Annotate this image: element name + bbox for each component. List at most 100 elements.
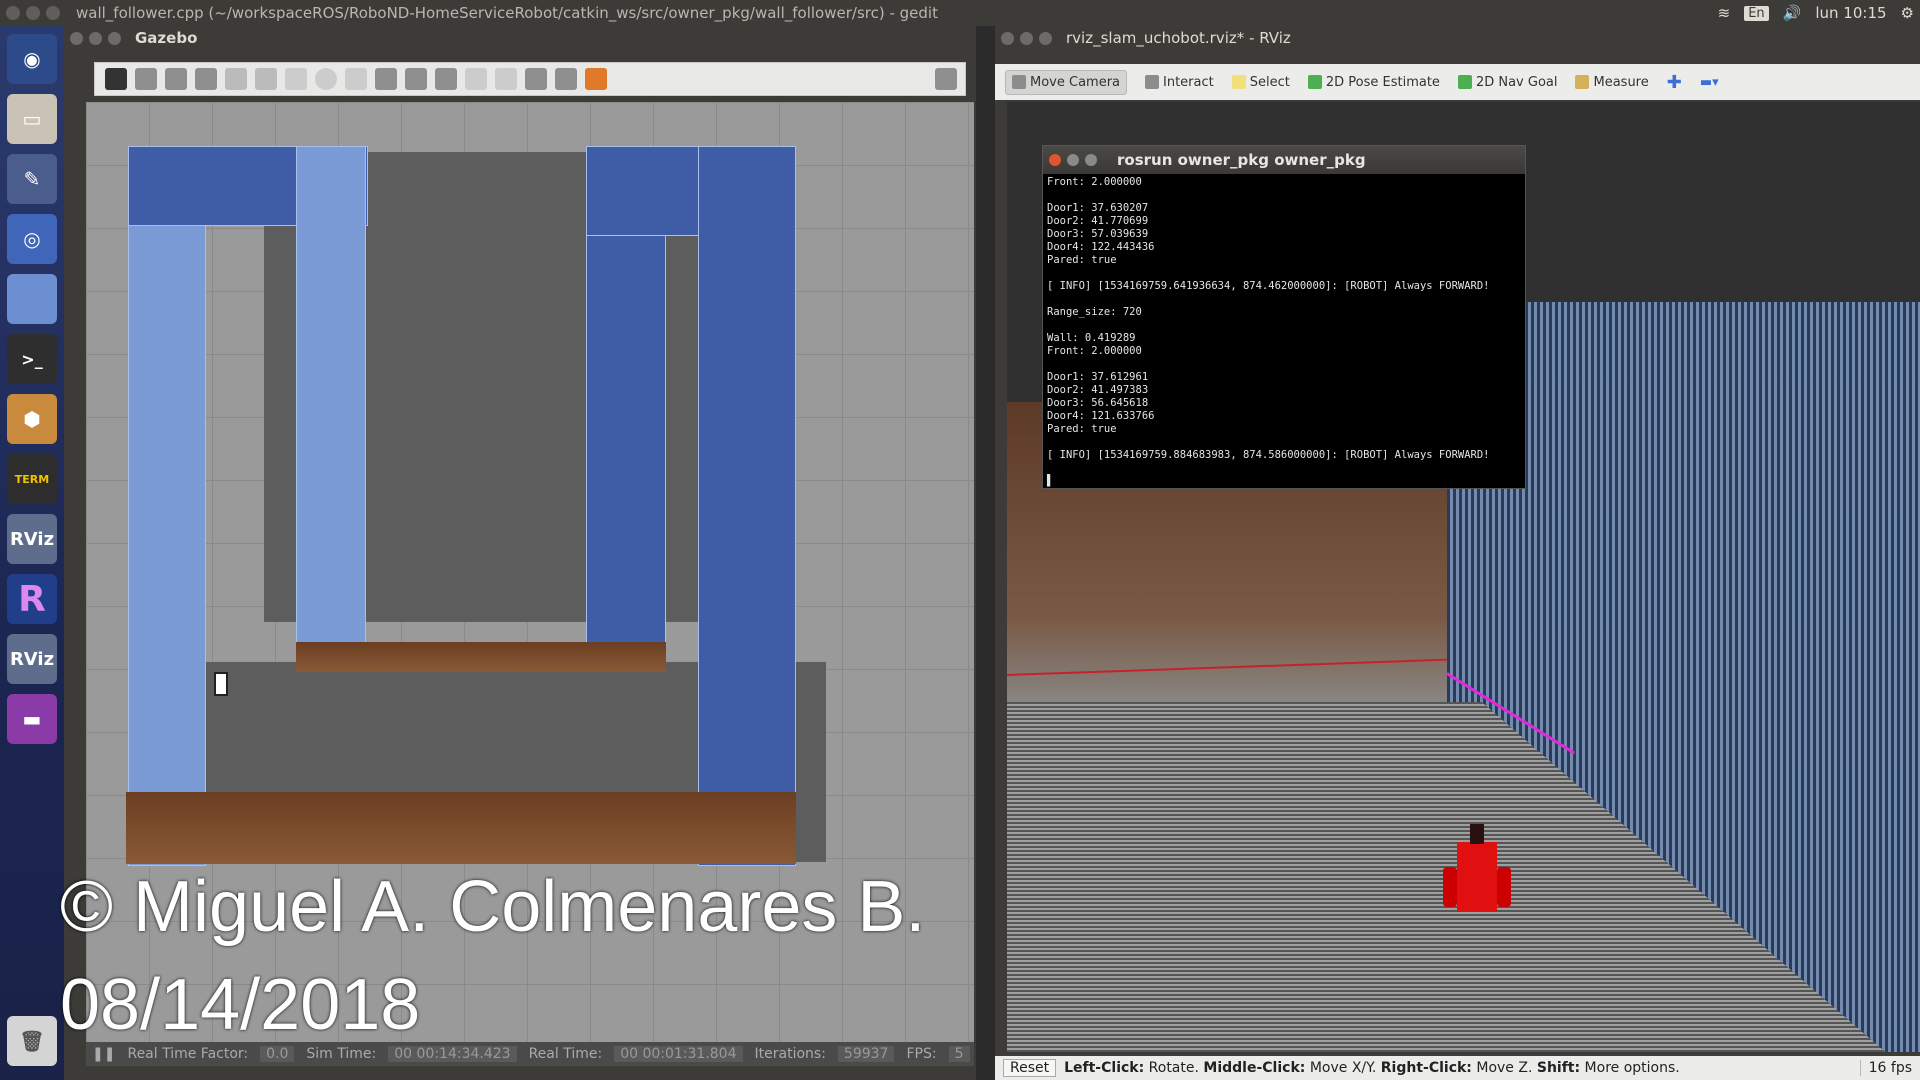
spot-light-icon[interactable] xyxy=(405,68,427,90)
terminal-titlebar: rosrun owner_pkg owner_pkg xyxy=(1043,146,1525,174)
files-icon[interactable]: ▭ xyxy=(7,94,57,144)
rotate-mode-icon[interactable] xyxy=(165,68,187,90)
inner-floor-strip xyxy=(296,642,666,672)
terminal-maximize-button[interactable] xyxy=(1085,154,1097,166)
xterm-icon[interactable]: TERM xyxy=(7,454,57,504)
terminal-output: Front: 2.000000 Door1: 37.630207 Door2: 4… xyxy=(1043,174,1525,490)
terminal-title: rosrun owner_pkg owner_pkg xyxy=(1117,151,1366,169)
rviz-toolbar: Move Camera Interact Select 2D Pose Esti… xyxy=(995,64,1920,100)
terminal-line: Wall: 0.419289 xyxy=(1047,332,1136,344)
rviz-icon[interactable]: RViz xyxy=(7,514,57,564)
robot-wheel-left xyxy=(1443,867,1457,907)
volume-icon[interactable]: 🔊 xyxy=(1783,4,1802,22)
robot-lidar xyxy=(1470,824,1484,844)
clock[interactable]: lun 10:15 xyxy=(1815,4,1886,22)
measure-tool[interactable]: Measure xyxy=(1575,75,1649,90)
terminal-line: Door1: 37.612961 xyxy=(1047,371,1149,383)
terminal-line: Pared: true xyxy=(1047,254,1117,266)
ubuntu-home-icon[interactable]: ◉ xyxy=(7,34,57,84)
select-mode-icon[interactable] xyxy=(105,68,127,90)
rviz-minimize-button[interactable] xyxy=(1020,31,1033,45)
cylinder-shape-icon[interactable] xyxy=(345,68,367,90)
sphere-shape-icon[interactable] xyxy=(315,68,337,90)
robot-model-rviz[interactable] xyxy=(1437,822,1517,917)
rviz-statusbar: Reset Left-Click: Rotate. Middle-Click: … xyxy=(995,1056,1920,1080)
terminal-close-button[interactable] xyxy=(1049,154,1061,166)
robot-body xyxy=(1457,842,1497,912)
select-tool[interactable]: Select xyxy=(1231,75,1290,90)
system-tray: ≋ En 🔊 lun 10:15 ⚙ xyxy=(1718,0,1914,26)
terminal-line: [ INFO] [1534169759.884683983, 874.58600… xyxy=(1047,449,1490,461)
close-window-button[interactable] xyxy=(6,6,20,20)
pose-estimate-tool[interactable]: 2D Pose Estimate xyxy=(1307,75,1440,90)
fps-display: 16 fps xyxy=(1859,1060,1920,1076)
green-arrow-icon xyxy=(1307,75,1322,89)
trash-icon[interactable]: 🗑 xyxy=(7,1016,57,1066)
gazebo-close-button[interactable] xyxy=(70,31,83,45)
snap-icon[interactable] xyxy=(555,68,577,90)
gazebo-toolbar xyxy=(94,62,966,96)
terminal-line: Door4: 122.443436 xyxy=(1047,241,1155,253)
robot-wheel-right xyxy=(1497,867,1511,907)
paste-icon[interactable] xyxy=(495,68,517,90)
move-camera-tool[interactable]: Move Camera xyxy=(1005,69,1128,95)
chromium-icon[interactable]: ◎ xyxy=(7,214,57,264)
reset-button[interactable]: Reset xyxy=(1003,1059,1057,1077)
top-panel: wall_follower.cpp (~/workspaceROS/RoboND… xyxy=(0,0,1920,26)
terminal-line: Door1: 37.630207 xyxy=(1047,202,1149,214)
settings-icon[interactable]: ✎ xyxy=(7,154,57,204)
redo-icon[interactable] xyxy=(255,68,277,90)
gazebo-maximize-button[interactable] xyxy=(108,31,121,45)
directional-light-icon[interactable] xyxy=(435,68,457,90)
left-wall[interactable] xyxy=(128,146,206,866)
rviz-icon-2[interactable]: RViz xyxy=(7,634,57,684)
gazebo-titlebar: Gazebo xyxy=(64,26,976,50)
green-arrow-icon-2 xyxy=(1457,75,1472,89)
wifi-icon[interactable]: ≋ xyxy=(1718,4,1731,22)
left-inner-wall[interactable] xyxy=(296,146,366,666)
screenshot-icon[interactable] xyxy=(935,68,957,90)
window-icon[interactable]: ▬ xyxy=(7,694,57,744)
maximize-window-button[interactable] xyxy=(46,6,60,20)
rviz-maximize-button[interactable] xyxy=(1039,31,1052,45)
copy-icon[interactable] xyxy=(465,68,487,90)
terminal-line: Range_size: 720 xyxy=(1047,306,1142,318)
keyboard-language-indicator[interactable]: En xyxy=(1744,5,1769,21)
terminal-line: Door2: 41.497383 xyxy=(1047,384,1149,396)
interact-tool[interactable]: Interact xyxy=(1145,75,1214,90)
terminal-line: Front: 2.000000 xyxy=(1047,345,1142,357)
select-box-icon xyxy=(1231,75,1246,89)
gazebo-minimize-button[interactable] xyxy=(89,31,102,45)
terminal-line: Door3: 56.645618 xyxy=(1047,397,1149,409)
terminal-line: [ INFO] [1534169759.641936634, 874.46200… xyxy=(1047,280,1490,292)
settings-gear-icon[interactable]: ⚙ xyxy=(1901,4,1914,22)
robot-model[interactable] xyxy=(214,672,228,696)
terminal-window[interactable]: rosrun owner_pkg owner_pkg Front: 2.0000… xyxy=(1042,145,1526,489)
gazebo-title: Gazebo xyxy=(135,29,198,47)
scale-mode-icon[interactable] xyxy=(195,68,217,90)
view-angle-icon[interactable] xyxy=(585,68,607,90)
point-light-icon[interactable] xyxy=(375,68,397,90)
rviz-close-button[interactable] xyxy=(1001,31,1014,45)
terminal-minimize-button[interactable] xyxy=(1067,154,1079,166)
remove-tool-icon[interactable]: ▬▾ xyxy=(1700,75,1719,90)
hand-icon xyxy=(1145,75,1160,89)
translate-mode-icon[interactable] xyxy=(135,68,157,90)
app-icon[interactable] xyxy=(7,274,57,324)
terminal-icon[interactable]: >_ xyxy=(7,334,57,384)
right-wall[interactable] xyxy=(698,146,796,866)
align-icon[interactable] xyxy=(525,68,547,90)
package-icon[interactable]: ⬢ xyxy=(7,394,57,444)
nav-goal-tool[interactable]: 2D Nav Goal xyxy=(1457,75,1557,90)
r-icon[interactable]: R xyxy=(7,574,57,624)
box-shape-icon[interactable] xyxy=(285,68,307,90)
minimize-window-button[interactable] xyxy=(26,6,40,20)
watermark-author: © Miguel A. Colmenares B. xyxy=(60,867,926,947)
terminal-line: Door2: 41.770699 xyxy=(1047,215,1149,227)
add-tool-icon[interactable]: ✚ xyxy=(1667,72,1682,93)
undo-icon[interactable] xyxy=(225,68,247,90)
